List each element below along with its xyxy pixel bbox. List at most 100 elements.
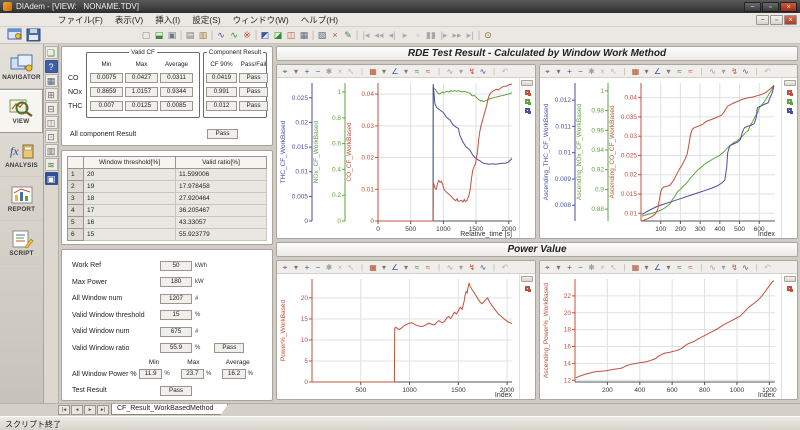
minimize-button[interactable]: − bbox=[744, 2, 761, 12]
table-row[interactable]: 61555.923779 bbox=[68, 229, 267, 241]
channel-grid-icon[interactable]: ▦ bbox=[45, 74, 58, 87]
layout-rows-icon[interactable]: ⊟ bbox=[45, 102, 58, 115]
settings-icon[interactable]: ✱ bbox=[324, 262, 334, 273]
undo-zoom-icon[interactable]: ↶ bbox=[763, 262, 773, 273]
work-ref-field[interactable]: 50 bbox=[160, 261, 192, 271]
legend-swatch[interactable] bbox=[525, 99, 530, 104]
chart-canvas-ascending-power[interactable]: 121416182022Ascending_Power%_WorkBased20… bbox=[540, 274, 782, 399]
legend-swatch[interactable] bbox=[787, 108, 792, 113]
layout-split-icon[interactable]: ◫ bbox=[45, 116, 58, 129]
band-dropdown-icon[interactable]: ▾ bbox=[719, 262, 729, 273]
cursor-dropdown-icon[interactable]: ▾ bbox=[291, 262, 301, 273]
table-row[interactable]: 12011.599006 bbox=[68, 169, 267, 181]
settings-icon[interactable]: ✱ bbox=[587, 262, 597, 273]
layout-mixed-icon[interactable]: ▥ bbox=[45, 144, 58, 157]
flag-cursor-icon[interactable]: ↯ bbox=[467, 262, 477, 273]
band-dropdown-icon[interactable]: ▾ bbox=[456, 262, 466, 273]
mdi-close-button[interactable]: × bbox=[784, 15, 797, 25]
chart-type-dropdown-icon[interactable]: ▾ bbox=[642, 66, 652, 77]
cursor-mode-icon[interactable]: ⌖ bbox=[280, 262, 290, 273]
save-icon[interactable]: ▣ bbox=[166, 29, 178, 42]
zoom-out-icon[interactable]: − bbox=[313, 262, 323, 273]
zoom-x-icon[interactable]: ≈ bbox=[412, 262, 422, 273]
player-step-icon[interactable]: |▸ bbox=[438, 29, 450, 42]
table-row[interactable]: 41736.205467 bbox=[68, 205, 267, 217]
chart-type-dropdown-icon[interactable]: ▾ bbox=[379, 66, 389, 77]
legend-swatch[interactable] bbox=[787, 99, 792, 104]
print-icon[interactable]: ▤ bbox=[184, 29, 196, 42]
player-end-icon[interactable]: ▸| bbox=[464, 29, 476, 42]
player-stop-icon[interactable]: ▫ bbox=[412, 29, 424, 42]
book-icon[interactable]: ▥ bbox=[197, 29, 209, 42]
all-window-num-field[interactable]: 1207 bbox=[160, 294, 192, 304]
band-cursor-icon[interactable]: ∿ bbox=[708, 262, 718, 273]
chart-canvas-power[interactable]: 05101520Power%_WorkBased500100015002000I… bbox=[277, 274, 519, 399]
player-pause-icon[interactable]: ▮▮ bbox=[425, 29, 437, 42]
flag-cursor-icon[interactable]: ↯ bbox=[730, 66, 740, 77]
legend-swatch[interactable] bbox=[525, 108, 530, 113]
clock-icon[interactable]: ⊙ bbox=[482, 29, 494, 42]
max-power-field[interactable]: 180 bbox=[160, 277, 192, 287]
player-rewind-icon[interactable]: ◂◂ bbox=[373, 29, 385, 42]
chart-type-icon[interactable]: ▦ bbox=[368, 262, 378, 273]
zoom-in-icon[interactable]: + bbox=[302, 66, 312, 77]
legend-swatch[interactable] bbox=[525, 90, 530, 95]
undo-zoom-icon[interactable]: ↶ bbox=[763, 66, 773, 77]
menu-insert[interactable]: 挿入(I) bbox=[149, 14, 186, 26]
player-play-icon[interactable]: ▸ bbox=[399, 29, 411, 42]
legend-swatch[interactable] bbox=[787, 286, 792, 291]
zoom-in-icon[interactable]: + bbox=[565, 262, 575, 273]
scale-mode-icon[interactable]: ∠ bbox=[390, 262, 400, 273]
zoom-y-icon[interactable]: ≈ bbox=[423, 262, 433, 273]
legend-swatch[interactable] bbox=[525, 286, 530, 291]
menu-window[interactable]: ウィンドウ(W) bbox=[227, 14, 295, 26]
player-start-icon[interactable]: |◂ bbox=[360, 29, 372, 42]
chart-type-icon[interactable]: ▦ bbox=[368, 66, 378, 77]
band-dropdown-icon[interactable]: ▾ bbox=[719, 66, 729, 77]
zoom-out-icon[interactable]: − bbox=[576, 66, 586, 77]
zoom-out-icon[interactable]: − bbox=[313, 66, 323, 77]
player-forward-icon[interactable]: ▸▸ bbox=[451, 29, 463, 42]
settings-icon[interactable]: ✱ bbox=[324, 66, 334, 77]
chart-type-icon[interactable]: ▦ bbox=[631, 66, 641, 77]
save-layout-icon[interactable] bbox=[26, 28, 42, 42]
menu-view[interactable]: 表示(V) bbox=[109, 14, 149, 26]
delete-icon[interactable]: × bbox=[598, 262, 608, 273]
zoom-y-icon[interactable]: ≈ bbox=[423, 66, 433, 77]
settings-icon[interactable]: ✱ bbox=[587, 66, 597, 77]
tab-first-button[interactable]: |◂ bbox=[58, 405, 70, 415]
tab-last-button[interactable]: ▸| bbox=[97, 405, 109, 415]
zoom-y-icon[interactable]: ≈ bbox=[686, 262, 696, 273]
valid-window-threshold-field[interactable]: 15 bbox=[160, 310, 192, 320]
sidebar-item-report[interactable]: REPORT bbox=[0, 177, 43, 221]
open-file-icon[interactable]: ⬓ bbox=[153, 29, 165, 42]
chart-side-button[interactable] bbox=[784, 276, 796, 282]
spline-icon[interactable]: ∿ bbox=[478, 66, 488, 77]
scale-dropdown-icon[interactable]: ▾ bbox=[401, 66, 411, 77]
menu-settings[interactable]: 設定(S) bbox=[186, 14, 226, 26]
restore-button[interactable]: ▫ bbox=[762, 2, 779, 12]
curve-tool-icon[interactable]: ∿ bbox=[215, 29, 227, 42]
menu-help[interactable]: ヘルプ(H) bbox=[295, 14, 344, 26]
chart-type-dropdown-icon[interactable]: ▾ bbox=[642, 262, 652, 273]
cursor-mode-icon[interactable]: ⌖ bbox=[543, 66, 553, 77]
delete-icon[interactable]: × bbox=[598, 66, 608, 77]
cursor-dropdown-icon[interactable]: ▾ bbox=[291, 66, 301, 77]
table-row[interactable]: 21917.978458 bbox=[68, 181, 267, 193]
scale-dropdown-icon[interactable]: ▾ bbox=[401, 262, 411, 273]
spline-icon[interactable]: ∿ bbox=[741, 66, 751, 77]
scale-dropdown-icon[interactable]: ▾ bbox=[664, 66, 674, 77]
sidebar-item-analysis[interactable]: fx ANALYSIS bbox=[0, 133, 43, 177]
edit-tool-icon[interactable]: ✎ bbox=[342, 29, 354, 42]
cursor-dropdown-icon[interactable]: ▾ bbox=[554, 66, 564, 77]
help-sheet-icon[interactable]: ? bbox=[45, 60, 58, 73]
layout-2x2-icon[interactable]: ⊞ bbox=[45, 88, 58, 101]
band-cursor-icon[interactable]: ∿ bbox=[708, 66, 718, 77]
zoom-in-icon[interactable]: + bbox=[565, 66, 575, 77]
sidebar-item-navigator[interactable]: NAVIGATOR bbox=[0, 45, 43, 89]
zoom-x-icon[interactable]: ≈ bbox=[412, 66, 422, 77]
spline-icon[interactable]: ∿ bbox=[478, 262, 488, 273]
menu-file[interactable]: ファイル(F) bbox=[52, 14, 109, 26]
cursor-mode-icon[interactable]: ⌖ bbox=[543, 262, 553, 273]
axes-tool-icon[interactable]: ◩ bbox=[259, 29, 271, 42]
